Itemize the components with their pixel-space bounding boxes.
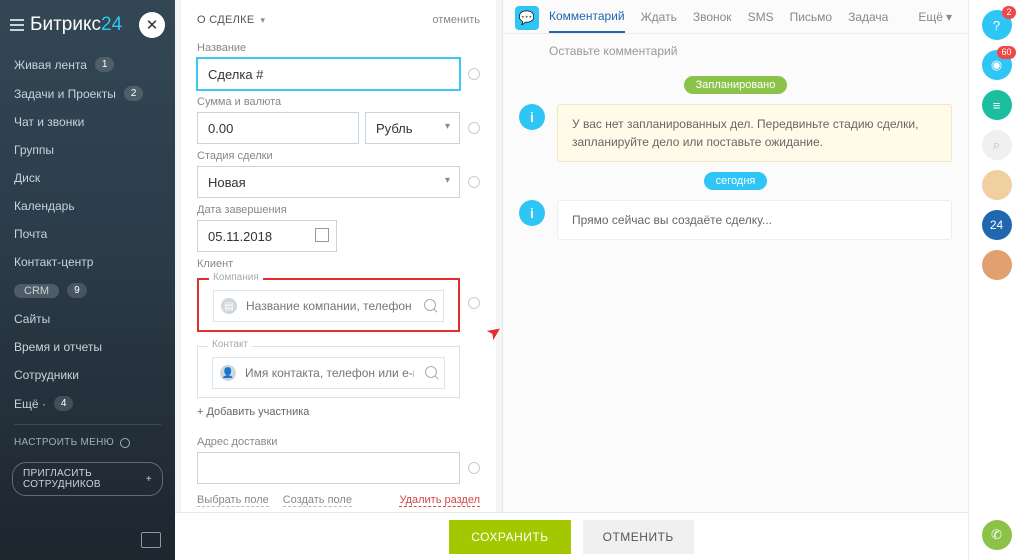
search-icon[interactable] — [425, 366, 437, 378]
tab[interactable]: Звонок — [693, 10, 732, 32]
timeline-item: Прямо сейчас вы создаёте сделку... — [557, 200, 952, 240]
search-icon[interactable] — [424, 299, 436, 311]
contact-box: Контакт 👤 — [197, 346, 460, 398]
field-label: Дата завершения — [197, 204, 480, 216]
comment-icon[interactable]: 💬 — [515, 6, 539, 30]
today-badge: сегодня — [704, 172, 768, 190]
configure-menu[interactable]: НАСТРОИТЬ МЕНЮ — [0, 431, 175, 454]
field-label: Клиент — [197, 258, 480, 270]
deal-form: О СДЕЛКЕ ▾ отменить Название Сумма и вал… — [175, 0, 503, 560]
sidebar-item[interactable]: Календарь — [0, 192, 175, 220]
address-input[interactable] — [197, 452, 460, 484]
tab[interactable]: Задача — [848, 10, 888, 32]
invite-button[interactable]: ПРИГЛАСИТЬ СОТРУДНИКОВ+ — [12, 462, 163, 496]
clear-icon[interactable] — [468, 176, 480, 188]
sidebar-item[interactable]: Группы — [0, 136, 175, 164]
comment-placeholder[interactable]: Оставьте комментарий — [503, 34, 968, 68]
help-icon[interactable]: ?2 — [982, 10, 1012, 40]
sidebar-item[interactable]: Почта — [0, 220, 175, 248]
close-icon[interactable]: ✕ — [139, 12, 165, 38]
clear-icon[interactable] — [468, 462, 480, 474]
deal-name-input[interactable] — [197, 58, 460, 90]
cancel-button[interactable]: ОТМЕНИТЬ — [583, 520, 694, 554]
contact-input[interactable] — [212, 357, 445, 389]
clear-icon[interactable] — [468, 297, 480, 309]
tab[interactable]: Письмо — [790, 10, 833, 32]
sidebar-item[interactable]: Сотрудники — [0, 361, 175, 389]
right-rail: ?2 ◉60 ≡ ⌕ 24 ✆ — [968, 0, 1024, 560]
activity-panel: 💬 Комментарий Ждать Звонок SMS Письмо Задача Е… — [503, 0, 968, 560]
sub-label: Компания — [209, 272, 263, 283]
sidebar-item[interactable]: Контакт-центр — [0, 248, 175, 276]
clear-icon[interactable] — [468, 68, 480, 80]
building-icon: ▤ — [221, 298, 237, 314]
currency-select[interactable]: ▾ — [365, 112, 460, 144]
info-icon: i — [519, 200, 545, 226]
field-label: Сумма и валюта — [197, 96, 480, 108]
field-label: Название — [197, 42, 480, 54]
select-field-link[interactable]: Выбрать поле — [197, 494, 269, 507]
network-icon[interactable]: ◉60 — [982, 50, 1012, 80]
sidebar-item[interactable]: Диск — [0, 164, 175, 192]
chevron-down-icon[interactable]: ▾ — [260, 15, 265, 26]
tab-more[interactable]: Ещё▾ — [918, 10, 952, 32]
tabs: Комментарий Ждать Звонок SMS Письмо Задача Ещё… — [503, 0, 968, 34]
tab[interactable]: SMS — [748, 10, 774, 32]
calendar-icon[interactable] — [315, 228, 329, 242]
printer-icon[interactable] — [141, 532, 161, 548]
sidebar-item[interactable]: Ещё ·4 — [0, 389, 175, 418]
stage-select[interactable]: ▾ — [197, 166, 460, 198]
panel-cancel[interactable]: отменить — [432, 14, 480, 26]
sidebar-item[interactable]: Чат и звонки — [0, 108, 175, 136]
sidebar: Битрикс24 ✕ Живая лента1Задачи и Проекты… — [0, 0, 175, 560]
menu-toggle-icon[interactable] — [10, 19, 24, 31]
amount-input[interactable] — [197, 112, 359, 144]
company-input[interactable] — [213, 290, 444, 322]
info-icon: i — [519, 104, 545, 130]
field-label: Адрес доставки — [197, 436, 480, 448]
save-button[interactable]: СОХРАНИТЬ — [449, 520, 570, 554]
sidebar-item[interactable]: Сайты — [0, 305, 175, 333]
sidebar-item[interactable]: Задачи и Проекты2 — [0, 79, 175, 108]
person-icon: 👤 — [220, 365, 236, 381]
search-icon[interactable]: ⌕ — [982, 130, 1012, 160]
arrow-annotation: ➤ — [482, 320, 502, 346]
field-label: Стадия сделки — [197, 150, 480, 162]
create-field-link[interactable]: Создать поле — [283, 494, 352, 507]
bottom-bar: СОХРАНИТЬ ОТМЕНИТЬ — [175, 512, 968, 560]
lines-icon[interactable]: ≡ — [982, 90, 1012, 120]
logo: Битрикс24 — [30, 14, 122, 36]
clear-icon[interactable] — [468, 122, 480, 134]
planned-badge: Запланировано — [684, 76, 788, 94]
avatar[interactable]: 24 — [982, 210, 1012, 240]
tab[interactable]: Ждать — [641, 10, 677, 32]
sidebar-item[interactable]: Живая лента1 — [0, 50, 175, 79]
add-participant[interactable]: + Добавить участника — [197, 406, 480, 418]
sidebar-item[interactable]: Время и отчеты — [0, 333, 175, 361]
sub-label: Контакт — [208, 339, 252, 350]
phone-icon[interactable]: ✆ — [982, 520, 1012, 550]
tab[interactable]: Комментарий — [549, 9, 625, 33]
panel-title: О СДЕЛКЕ — [197, 14, 254, 26]
avatar[interactable] — [982, 170, 1012, 200]
gear-icon — [120, 438, 130, 448]
timeline-item: У вас нет запланированных дел. Передвинь… — [557, 104, 952, 162]
delete-section-link[interactable]: Удалить раздел — [399, 494, 480, 507]
company-box: Компания ▤ — [197, 278, 460, 332]
sidebar-item[interactable]: CRM9 — [0, 276, 175, 305]
avatar[interactable] — [982, 250, 1012, 280]
